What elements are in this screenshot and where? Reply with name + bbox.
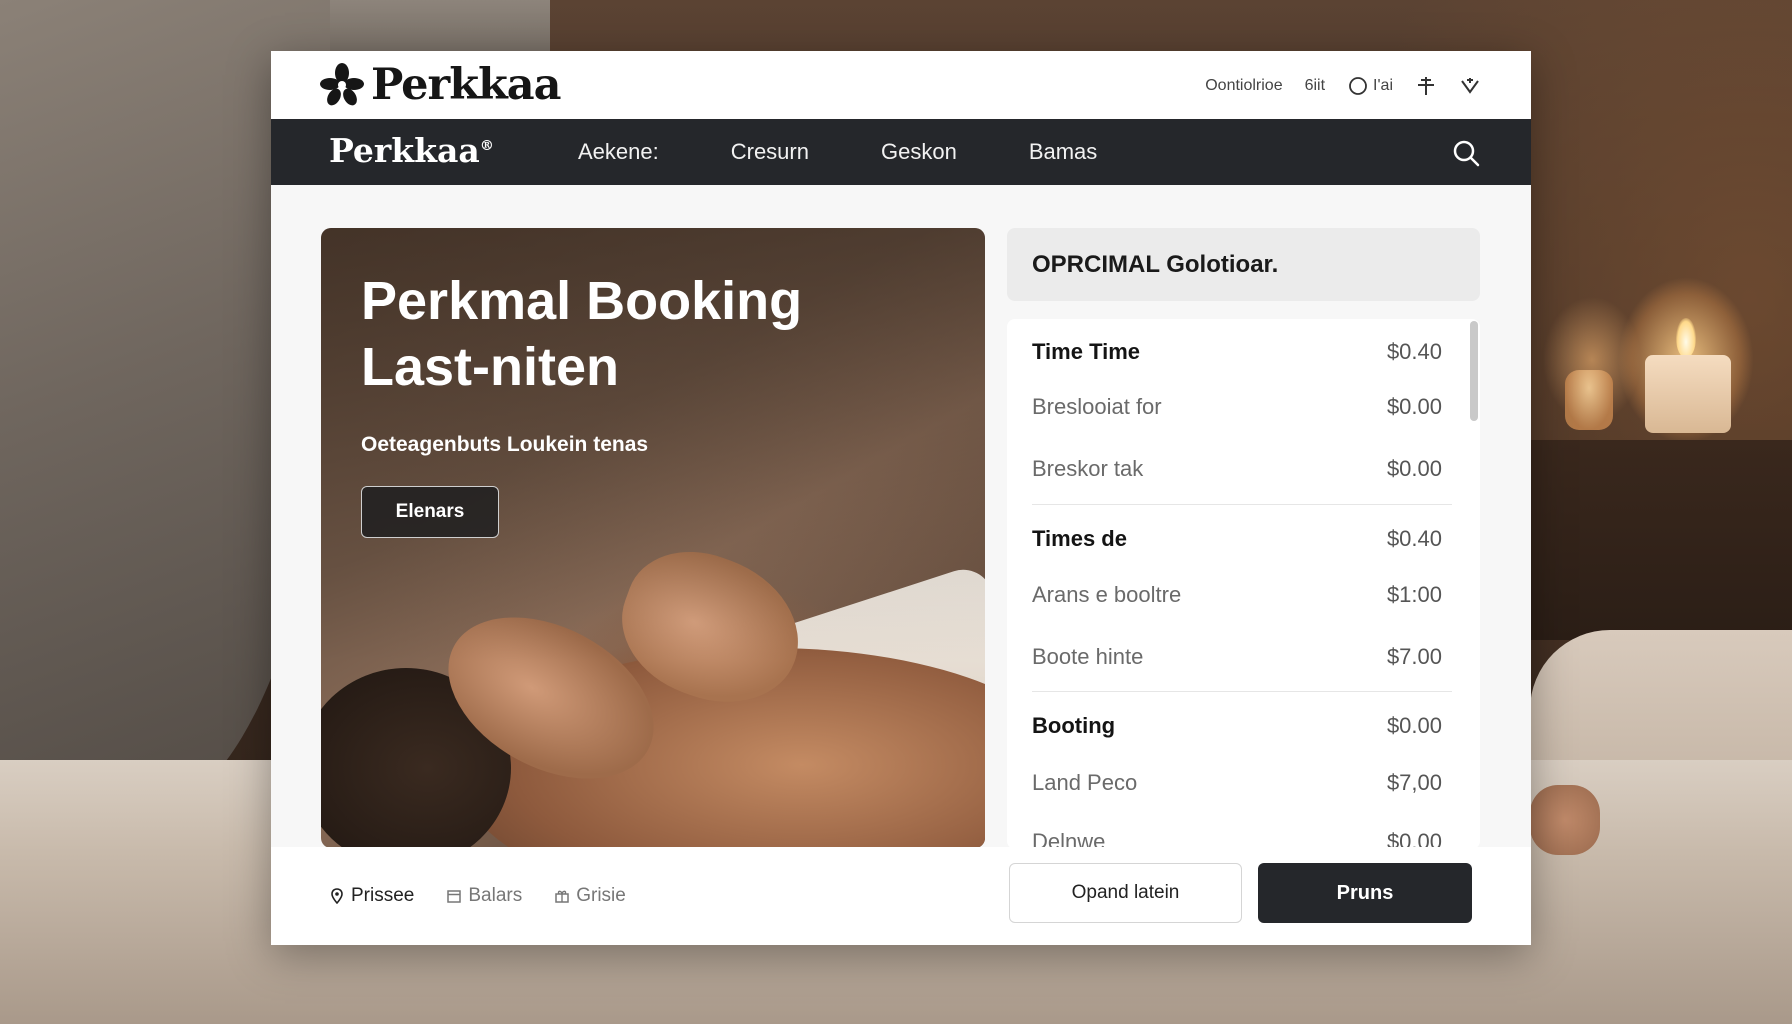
footer-link-1[interactable]: Prissee — [329, 885, 414, 907]
price-list-scrollbar[interactable] — [1470, 321, 1478, 421]
footer-bar: Prissee Balars Grisie Opand latein Pruns — [271, 847, 1531, 945]
location-pin-icon — [331, 888, 343, 904]
background-hand — [1530, 785, 1600, 855]
brand-logo-text: Perkkaa — [371, 60, 562, 110]
plus-cross-icon[interactable] — [1415, 75, 1437, 97]
footer-link-2-label: Balars — [468, 885, 523, 906]
top-links: Oontiolrioe 6iit I'ai — [1205, 71, 1481, 101]
nav-item-4[interactable]: Bamas — [1029, 139, 1097, 165]
price-group-title[interactable]: Times de $0.40 — [1032, 519, 1442, 559]
chevron-sparkle-icon[interactable] — [1459, 75, 1481, 97]
brand-logo[interactable]: Perkkaa — [319, 58, 562, 112]
circle-icon — [1349, 77, 1367, 95]
footer-link-1-label: Prissee — [351, 885, 415, 906]
price-group-title-price: $0.40 — [1386, 526, 1442, 551]
nav-brand-text: Perkkaa — [329, 131, 480, 170]
booking-window: Perkkaa Oontiolrioe 6iit I'ai Perkkaa® A… — [271, 51, 1531, 945]
hero-subtitle: Oeteagenbuts Loukein tenas — [361, 433, 649, 456]
price-item-price: $0.00 — [1386, 394, 1442, 419]
price-item-price: $7.00 — [1386, 644, 1442, 669]
price-item[interactable]: Delnwe $0.00 — [1032, 822, 1442, 849]
price-item-label: Land Peco — [1032, 770, 1138, 795]
search-icon[interactable] — [1451, 138, 1481, 168]
price-item-label: Breslooiat for — [1032, 394, 1162, 419]
price-panel-header: OPRCIMAL Golotioar. — [1007, 228, 1480, 301]
price-group-title-price: $0.40 — [1386, 339, 1442, 364]
price-group-title[interactable]: Time Time $0.40 — [1032, 332, 1442, 372]
price-item[interactable]: Breslooiat for $0.00 — [1032, 387, 1442, 427]
price-item-price: $0.00 — [1386, 456, 1442, 481]
top-link-3[interactable]: I'ai — [1347, 75, 1393, 97]
background-candle-flame — [1676, 318, 1696, 358]
footer-link-2[interactable]: Balars — [446, 885, 522, 907]
price-item-label: Breskor tak — [1032, 456, 1144, 481]
price-item-label: Boote hinte — [1032, 644, 1144, 669]
nav-item-2[interactable]: Cresurn — [731, 139, 809, 165]
secondary-button[interactable]: Opand latein — [1009, 863, 1242, 923]
background-candle — [1645, 355, 1731, 433]
hero-title: Perkmal Booking Last-niten — [361, 271, 803, 397]
price-list[interactable]: Time Time $0.40 Breslooiat for $0.00 Bre… — [1007, 319, 1480, 849]
top-link-3-label: I'ai — [1373, 77, 1393, 94]
price-group-title-label: Time Time — [1032, 339, 1141, 364]
footer-link-3-label: Grisie — [576, 885, 626, 906]
hero-cta-button[interactable]: Elenars — [361, 486, 499, 538]
price-item[interactable]: Boote hinte $7.00 — [1032, 637, 1442, 677]
price-group-title-label: Times de — [1032, 526, 1127, 551]
price-item[interactable]: Breskor tak $0.00 — [1032, 449, 1442, 489]
price-group-title-price: $0.00 — [1386, 713, 1442, 738]
hero-card: Perkmal Booking Last-niten Oeteagenbuts … — [321, 228, 985, 848]
primary-button[interactable]: Pruns — [1258, 863, 1472, 923]
main-nav: Perkkaa® Aekene: Cresurn Geskon Bamas — [271, 119, 1531, 185]
footer-link-3[interactable]: Grisie — [554, 885, 626, 907]
price-item-label: Delnwe — [1032, 829, 1106, 849]
nav-brand[interactable]: Perkkaa® — [329, 131, 494, 170]
nav-items: Aekene: Cresurn Geskon Bamas — [578, 119, 1169, 185]
flower-logo-icon — [320, 63, 364, 106]
top-link-1[interactable]: Oontiolrioe — [1205, 77, 1282, 95]
top-bar: Perkkaa Oontiolrioe 6iit I'ai — [271, 51, 1531, 119]
nav-brand-mark: ® — [479, 138, 494, 154]
gift-icon — [555, 890, 569, 903]
price-divider — [1032, 504, 1452, 505]
footer-links: Prissee Balars Grisie — [329, 847, 626, 945]
background-shelf — [1530, 440, 1792, 640]
top-link-2[interactable]: 6iit — [1305, 77, 1325, 95]
price-item-price: $0.00 — [1386, 829, 1442, 849]
price-group-title[interactable]: Booting $0.00 — [1032, 706, 1442, 746]
nav-item-3[interactable]: Geskon — [881, 139, 957, 165]
price-item[interactable]: Arans e booltre $1:00 — [1032, 575, 1442, 615]
price-group-title-label: Booting — [1032, 713, 1116, 738]
calendar-icon — [447, 890, 462, 903]
price-item-price: $1:00 — [1386, 582, 1442, 607]
price-item-label: Arans e booltre — [1032, 582, 1182, 607]
price-item[interactable]: Land Peco $7,00 — [1032, 763, 1442, 803]
background-candle-small — [1565, 370, 1613, 430]
nav-item-1[interactable]: Aekene: — [578, 139, 659, 165]
price-divider — [1032, 691, 1452, 692]
price-item-price: $7,00 — [1386, 770, 1442, 795]
